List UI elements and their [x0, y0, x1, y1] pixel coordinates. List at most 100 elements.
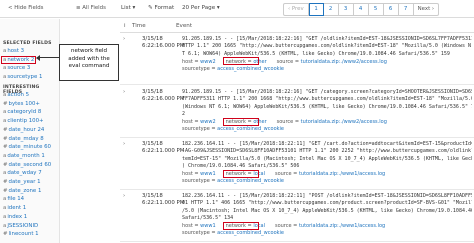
- sidebar-field[interactable]: #bytes 100+: [3, 101, 40, 107]
- page-4-button[interactable]: 4: [353, 3, 369, 16]
- field-type-icon: #: [3, 135, 8, 142]
- field-name: index 1: [7, 213, 28, 220]
- column-event: Event: [176, 23, 193, 29]
- sidebar-field[interactable]: aJSESSIONID: [3, 223, 38, 229]
- source-value[interactable]: tutorialdata.zip:./www2/access.log: [301, 59, 387, 65]
- column-time[interactable]: Time: [132, 23, 146, 29]
- prev-page-button[interactable]: ‹ Prev: [283, 3, 309, 16]
- sidebar-field[interactable]: #date_mday 8: [3, 136, 44, 142]
- field-type-icon: a: [3, 65, 7, 72]
- sidebar-field[interactable]: aindex 1: [3, 214, 27, 220]
- column-info: i: [124, 23, 126, 29]
- source-value[interactable]: tutorialdata.zip:./www2/access.log: [301, 119, 387, 125]
- source-value[interactable]: tutorialdata.zip:./www1/access.log: [299, 223, 385, 229]
- sidebar-field[interactable]: adate_wday 7: [3, 170, 42, 176]
- sidebar-field[interactable]: ahost 3: [3, 48, 24, 54]
- event-fields-line-1: host = www2 network = other source = tutor…: [182, 119, 387, 126]
- field-type-icon: #: [3, 179, 8, 185]
- expand-event-icon[interactable]: ›: [123, 36, 125, 42]
- list-view-dropdown[interactable]: List ▾: [121, 5, 135, 11]
- fields-sidebar: SELECTED FIELDS ahost 3 anetwork 2 asource…: [0, 19, 60, 243]
- expand-event-icon[interactable]: ›: [123, 89, 125, 95]
- network-value-highlight: [223, 169, 259, 178]
- event-raw-text: 91.205.189.15 - - [15/Mar/2018:18:22:16]…: [182, 89, 472, 118]
- sidebar-field[interactable]: asourcetype 1: [3, 74, 42, 80]
- host-value[interactable]: www2: [200, 59, 215, 65]
- event-line: -AG-G09&JSESSIONID=SD6SL8FF10ADFF53101 H…: [182, 148, 472, 155]
- next-page-button[interactable]: Next ›: [413, 3, 440, 16]
- field-name: date_hour 24: [8, 126, 45, 133]
- results-toolbar: < Hide Fields ≡ All Fields List ▾ ✎ Form…: [0, 0, 474, 18]
- event-line: temId=EST-15" "Mozilla/5.0 (Macintosh; I…: [182, 155, 472, 162]
- network-field-highlight: [1, 56, 36, 64]
- source-value[interactable]: tutorialdata.zip:./www1/access.log: [299, 171, 385, 177]
- field-name: date_mday 8: [8, 135, 44, 142]
- network-value-highlight: [223, 221, 259, 230]
- event-raw-text: 182.236.164.11 - - [15/Mar/2018:18:22:11…: [182, 141, 472, 170]
- all-fields-button[interactable]: ≡ All Fields: [76, 5, 106, 11]
- field-type-icon: #: [3, 161, 8, 168]
- host-value[interactable]: www2: [200, 119, 215, 125]
- page-2-button[interactable]: 2: [323, 3, 339, 16]
- event-date: 3/15/18: [142, 36, 163, 42]
- callout-arrow: [36, 54, 60, 61]
- field-type-icon: a: [3, 205, 7, 212]
- sidebar-field[interactable]: #date_second 60: [3, 162, 51, 168]
- host-value[interactable]: www1: [200, 171, 215, 177]
- sidebar-field[interactable]: #date_minute 60: [3, 144, 51, 150]
- page-6-button[interactable]: 6: [383, 3, 399, 16]
- selected-fields-heading: SELECTED FIELDS: [3, 41, 52, 46]
- field-name: file 14: [7, 196, 25, 203]
- event-fields-line-1: host = www2 network = other source = tutor…: [182, 58, 387, 65]
- expand-event-icon[interactable]: ›: [123, 193, 125, 199]
- event-line: (Windows NT 6.1; WOW64) AppleWebKit/536.…: [182, 103, 472, 110]
- callout-line: added with the: [68, 55, 110, 62]
- field-name: date_zone 1: [8, 187, 42, 194]
- field-name: date_wday 7: [7, 170, 42, 177]
- network-field-callout: network field added with the eval comman…: [59, 44, 119, 81]
- sourcetype-value[interactable]: access_combined_wcookie: [217, 230, 284, 236]
- sidebar-field[interactable]: aaction 5: [3, 92, 29, 98]
- format-button[interactable]: ✎ Format: [148, 5, 174, 11]
- field-type-icon: a: [3, 73, 7, 80]
- field-type-icon: #: [3, 100, 8, 107]
- sourcetype-value[interactable]: access_combined_wcookie: [217, 66, 284, 72]
- sourcetype-value[interactable]: access_combined_wcookie: [217, 178, 284, 184]
- field-name: sourcetype 1: [7, 73, 43, 80]
- event-line: HTTP 1.1" 200 1665 "http://www.buttercup…: [182, 43, 471, 50]
- hide-fields-button[interactable]: < Hide Fields: [8, 5, 43, 11]
- field-name: date_year 1: [8, 179, 41, 185]
- sidebar-field[interactable]: acategoryId 8: [3, 109, 41, 115]
- field-name: ident 1: [7, 205, 27, 212]
- sidebar-field[interactable]: adate_month 1: [3, 153, 45, 159]
- sidebar-field[interactable]: afile 14: [3, 196, 24, 202]
- per-page-dropdown[interactable]: 20 Per Page ▾: [182, 5, 220, 11]
- page-7-button[interactable]: 7: [398, 3, 414, 16]
- page-5-button[interactable]: 5: [368, 3, 384, 16]
- host-value[interactable]: www1: [200, 223, 215, 229]
- page-3-button[interactable]: 3: [338, 3, 354, 16]
- event-fields-line-2: sourcetype = access_combined_wcookie: [182, 230, 284, 237]
- field-name: clientip 100+: [7, 118, 44, 125]
- sidebar-field[interactable]: #date_zone 1: [3, 188, 41, 194]
- field-name: date_month 1: [7, 152, 45, 159]
- sidebar-field[interactable]: aident 1: [3, 205, 26, 211]
- field-name: linecount 1: [8, 231, 39, 238]
- field-name: action 5: [7, 92, 30, 98]
- sourcetype-value[interactable]: access_combined_wcookie: [217, 126, 284, 132]
- expand-event-icon[interactable]: ›: [123, 141, 125, 147]
- sidebar-field[interactable]: #linecount 1: [3, 231, 39, 237]
- field-type-icon: a: [3, 152, 7, 159]
- event-line: 91.205.189.15 - - [15/Mar/2018:18:22:16]…: [182, 89, 472, 95]
- field-type-icon: #: [3, 231, 8, 238]
- event-time: 6:22:16.000 PM: [142, 96, 185, 102]
- event-line: 182.236.164.11 - - [15/Mar/2018:18:22:11…: [182, 193, 472, 199]
- field-type-icon: a: [3, 196, 7, 203]
- sidebar-field[interactable]: aclientip 100+: [3, 118, 44, 124]
- event-time: 6:22:11.000 PM: [142, 148, 185, 154]
- event-line: 91.205.189.15 - - [15/Mar/2018:18:22:16]…: [182, 36, 472, 42]
- page-1-button[interactable]: 1: [308, 3, 324, 16]
- sidebar-field[interactable]: asource 3: [3, 65, 30, 71]
- sidebar-field[interactable]: #date_hour 24: [3, 127, 44, 133]
- sidebar-field[interactable]: #date_year 1: [3, 179, 41, 185]
